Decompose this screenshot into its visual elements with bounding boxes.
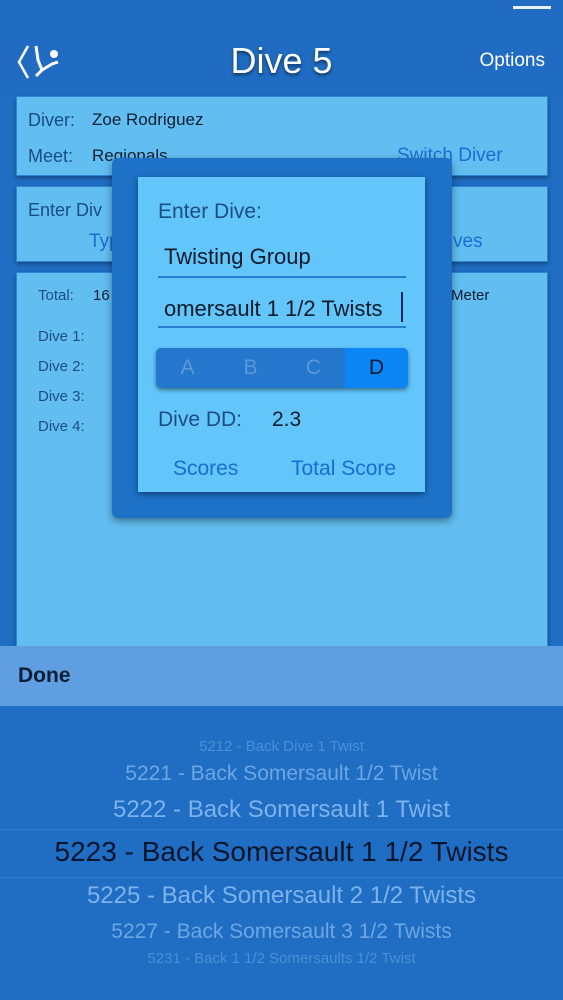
options-button[interactable]: Options xyxy=(480,50,545,72)
position-d-segment[interactable]: D xyxy=(345,348,408,388)
picker-row[interactable]: 5221 - Back Somersault 1/2 Twist xyxy=(0,762,563,786)
picker-row[interactable]: 5231 - Back 1 1/2 Somersaults 1/2 Twist xyxy=(0,950,563,967)
position-segmented-control: A B C D xyxy=(156,348,408,388)
dive-group-value: Twisting Group xyxy=(164,244,311,269)
diver-name: Zoe Rodriguez xyxy=(92,110,204,129)
picker-toolbar xyxy=(0,646,563,707)
status-indicator xyxy=(513,6,551,9)
text-cursor xyxy=(401,292,403,322)
picker-selection-top-line xyxy=(0,829,563,830)
meet-label: Meet: xyxy=(28,146,74,166)
done-button[interactable]: Done xyxy=(18,664,71,688)
dive-group-underline xyxy=(158,276,406,278)
enter-dive-popover xyxy=(138,177,425,492)
enter-dive-label: Enter Div xyxy=(28,200,103,220)
dive-group-field[interactable]: Twisting Group xyxy=(158,240,406,278)
dive-3-label: Dive 3: xyxy=(38,388,85,405)
picker-row[interactable]: 5225 - Back Somersault 2 1/2 Twists xyxy=(0,882,563,910)
position-a-segment[interactable]: A xyxy=(156,348,219,388)
dives-button[interactable]: ves xyxy=(453,231,483,253)
diver-label: Diver: xyxy=(28,110,76,130)
total-label: Total: xyxy=(38,287,74,304)
position-c-segment[interactable]: C xyxy=(282,348,345,388)
position-b-segment[interactable]: B xyxy=(219,348,282,388)
popover-heading: Enter Dive: xyxy=(158,200,262,223)
dive-1-label: Dive 1: xyxy=(38,328,85,345)
total-value: 16 xyxy=(93,287,110,304)
picker-row[interactable]: 5227 - Back Somersault 3 1/2 Twists xyxy=(0,920,563,944)
picker-selection-bottom-line xyxy=(0,877,563,878)
dive-2-label: Dive 2: xyxy=(38,358,85,375)
dive-4-label: Dive 4: xyxy=(38,418,85,435)
dive-dd-label: Dive DD: xyxy=(158,408,243,431)
dive-name-value: omersault 1 1/2 Twists xyxy=(164,296,383,321)
dive-dd-value: 2.3 xyxy=(272,408,302,431)
dive-name-field[interactable]: omersault 1 1/2 Twists xyxy=(158,290,404,328)
picker-row[interactable]: 5222 - Back Somersault 1 Twist xyxy=(0,796,563,824)
picker-row[interactable]: 5212 - Back Dive 1 Twist xyxy=(0,738,563,755)
scores-button[interactable]: Scores xyxy=(173,457,238,481)
dive-name-underline xyxy=(158,326,406,328)
board-height: Meter xyxy=(451,287,490,304)
total-score-button[interactable]: Total Score xyxy=(291,457,396,481)
picker-row-selected[interactable]: 5223 - Back Somersault 1 1/2 Twists xyxy=(0,836,563,868)
